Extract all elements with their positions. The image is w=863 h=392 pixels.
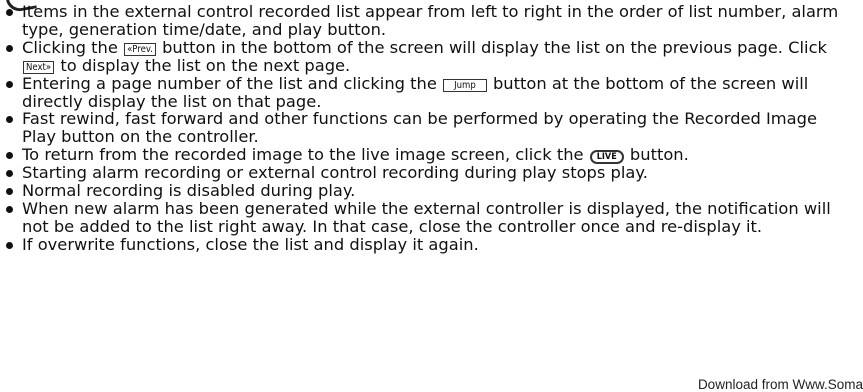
- item-text: Starting alarm recording or external con…: [22, 163, 648, 183]
- item-text: to display the list on the next page.: [60, 55, 351, 75]
- live-button-icon: LIVE: [589, 150, 624, 165]
- jump-button-icon: Jump: [443, 78, 487, 92]
- prev-button-icon: «Prev.: [124, 42, 156, 56]
- list-item: Clicking the «Prev. button in the bottom…: [0, 37, 848, 75]
- next-button-icon: Next»: [23, 60, 55, 74]
- item-text: button in the bottom of the screen will …: [162, 37, 827, 57]
- item-text: Items in the external control recorded l…: [22, 2, 839, 39]
- list-item: Normal recording is disabled during play…: [0, 182, 848, 200]
- item-text: Entering a page number of the list and c…: [22, 73, 437, 93]
- list-item: When new alarm has been generated while …: [0, 200, 848, 236]
- item-text: Fast rewind, fast forward and other func…: [22, 109, 817, 147]
- item-text: Clicking the: [22, 37, 118, 57]
- bullet-list: Items in the external control recorded l…: [0, 3, 848, 254]
- item-text: If overwrite functions, close the list a…: [22, 234, 479, 254]
- list-item: To return from the recorded image to the…: [0, 145, 848, 165]
- list-item: Items in the external control recorded l…: [0, 3, 848, 39]
- item-text: Normal recording is disabled during play…: [22, 181, 356, 201]
- download-watermark: Download from Www.Soma: [697, 377, 863, 392]
- item-text: To return from the recorded image to the…: [22, 145, 584, 165]
- list-item: Entering a page number of the list and c…: [0, 73, 848, 111]
- item-text: button.: [629, 145, 689, 165]
- item-text: When new alarm has been generated while …: [22, 199, 831, 236]
- list-item: Fast rewind, fast forward and other func…: [0, 110, 848, 146]
- instructions-section: Items in the external control recorded l…: [0, 3, 848, 254]
- list-item: If overwrite functions, close the list a…: [0, 234, 848, 254]
- list-item: Starting alarm recording or external con…: [0, 164, 848, 182]
